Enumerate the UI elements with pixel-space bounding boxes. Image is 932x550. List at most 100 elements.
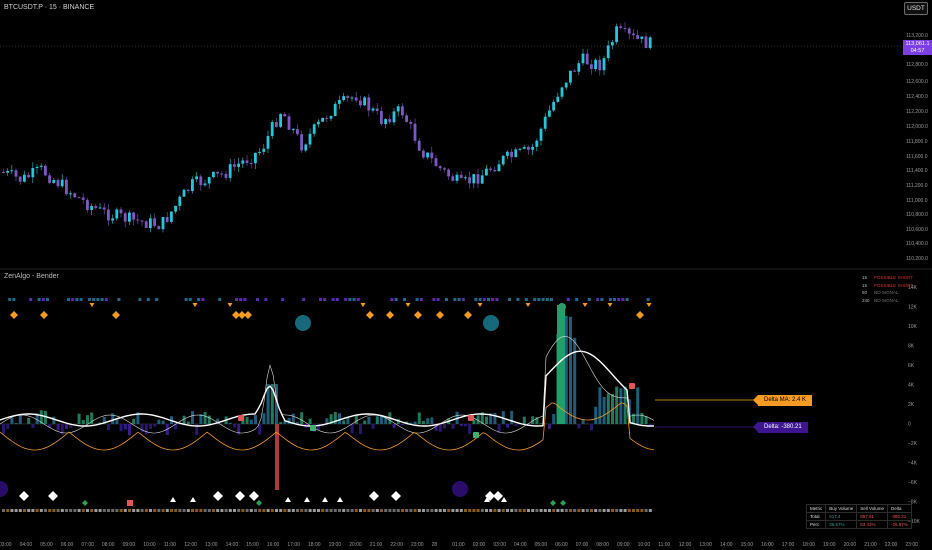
time-axis-label: 08:00	[102, 542, 115, 548]
signal-square	[46, 298, 49, 301]
candle-body	[422, 150, 425, 158]
candle-body	[363, 97, 366, 106]
candle-body	[434, 158, 438, 167]
regime-square	[606, 509, 610, 512]
regime-square	[548, 509, 551, 512]
candle-body	[212, 171, 215, 178]
delta-histogram-bar	[552, 413, 556, 424]
candle-body	[283, 114, 287, 117]
regime-square	[291, 509, 295, 512]
regime-square	[375, 509, 379, 512]
orange-diamond	[366, 311, 374, 319]
regime-square	[300, 509, 304, 512]
delta-histogram-bar	[577, 424, 581, 429]
regime-square	[119, 509, 123, 512]
delta-histogram-bar	[245, 417, 249, 424]
delta-histogram-bar	[6, 424, 10, 429]
regime-square	[573, 509, 577, 512]
regime-square	[615, 509, 619, 512]
candle-body	[392, 111, 396, 123]
regime-square	[430, 509, 434, 512]
indicator-pane	[0, 298, 756, 512]
candle-body	[354, 97, 358, 101]
regime-square	[451, 509, 455, 512]
delta-histogram-bar	[228, 422, 232, 424]
time-axis-label: 05:00	[535, 542, 548, 548]
indicator-axis-label: 4K	[908, 383, 915, 389]
signal-square	[71, 298, 75, 301]
signal-square	[323, 298, 327, 301]
candle-body	[249, 163, 253, 165]
candle-body	[186, 189, 190, 192]
currency-button[interactable]: USDT	[904, 2, 928, 15]
time-axis-label: 20:00	[349, 542, 362, 548]
white-diamond	[213, 491, 223, 501]
chart-canvas[interactable]: 113,200.0 112,800.0 112,600.0 112,400.0 112,…	[0, 0, 932, 550]
candle-body	[573, 70, 576, 72]
delta-histogram-bar	[65, 424, 68, 429]
candle-body	[233, 164, 236, 167]
delta-histogram-bar	[86, 415, 89, 424]
candle-body	[409, 121, 413, 124]
delta-histogram-bar	[401, 424, 404, 426]
regime-square	[476, 509, 480, 512]
delta-histogram-bar	[354, 415, 358, 424]
signal-square	[403, 298, 406, 301]
delta-histogram-bar	[459, 424, 463, 426]
delta-histogram-bar	[203, 412, 207, 424]
signal-square	[37, 298, 41, 301]
delta-histogram-bar	[371, 424, 375, 429]
time-axis-label: 03:00	[0, 542, 12, 548]
candle-body	[342, 96, 345, 100]
indicator-axis-label: −4K	[908, 461, 918, 467]
candle-body	[270, 122, 274, 137]
candle-body	[606, 45, 610, 59]
candle-body	[359, 100, 362, 106]
signal-square	[104, 298, 108, 301]
regime-square	[56, 509, 60, 512]
candle-body	[111, 218, 114, 221]
regime-square	[44, 509, 47, 512]
orange-triangle	[477, 303, 483, 307]
indicator-axis-label: 2K	[908, 402, 915, 408]
regime-square	[644, 509, 648, 512]
time-axis-label: 28	[432, 542, 438, 548]
signal-square	[264, 298, 268, 301]
candle-body	[39, 165, 43, 167]
regime-square	[48, 509, 52, 512]
delta-tag: Delta: -380.21	[753, 422, 808, 433]
delta-histogram-bar	[413, 421, 417, 424]
regime-square	[396, 509, 400, 512]
delta-histogram-bar	[619, 388, 623, 424]
signal-square	[600, 298, 604, 301]
candle-body	[405, 115, 408, 122]
regime-square	[258, 509, 262, 512]
time-axis-label: 22:00	[885, 542, 898, 548]
delta-histogram-bar	[417, 412, 421, 424]
regime-square	[560, 509, 564, 512]
regime-square	[228, 509, 232, 512]
candle-body	[510, 151, 513, 158]
regime-square	[506, 509, 509, 512]
time-axis-label: 01:00	[452, 542, 465, 548]
regime-square	[241, 509, 245, 512]
regime-square	[388, 509, 392, 512]
candle-body	[564, 82, 568, 88]
regime-square	[527, 509, 530, 512]
time-axis-label: 12:00	[679, 542, 692, 548]
candle-body	[48, 175, 51, 183]
regime-square	[493, 509, 497, 512]
candle-body	[426, 152, 429, 158]
candle-body	[207, 177, 211, 184]
white-diamond	[369, 491, 379, 501]
orange-triangle	[607, 303, 613, 307]
regime-square	[501, 509, 505, 512]
candle-body	[94, 206, 98, 208]
signal-square	[508, 298, 511, 301]
candle-body	[296, 129, 299, 135]
candle-body	[10, 170, 14, 172]
indicator-title[interactable]: ZenAlgo - Bender	[4, 273, 59, 280]
regime-square	[199, 509, 203, 512]
regime-square	[102, 509, 106, 512]
candle-body	[2, 172, 5, 173]
